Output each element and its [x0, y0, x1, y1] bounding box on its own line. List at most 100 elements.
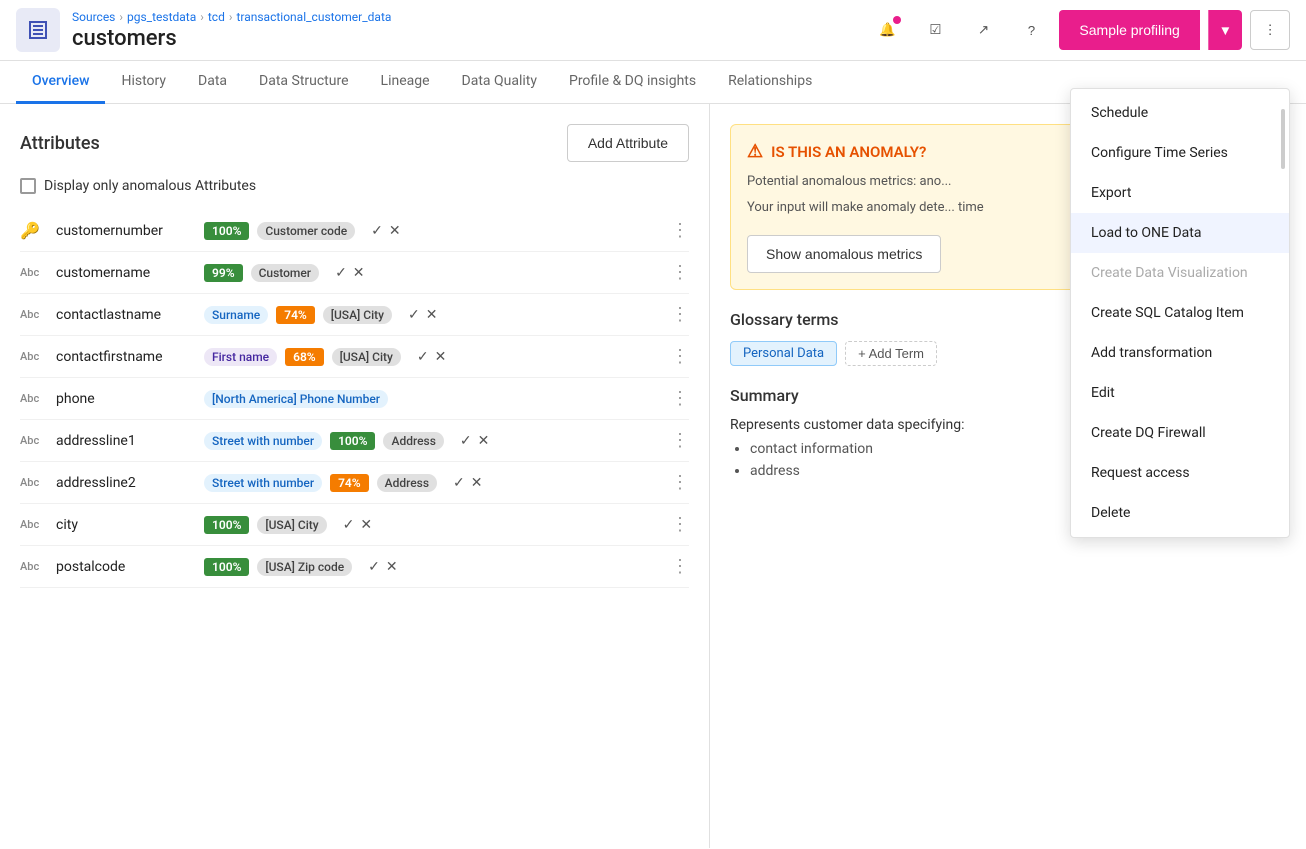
dropdown-add-transformation[interactable]: Add transformation	[1071, 333, 1289, 373]
attr-actions: ✓ ✕	[460, 433, 489, 449]
attr-tag: Customer code	[257, 222, 355, 240]
x-button[interactable]: ✕	[471, 475, 483, 491]
attr-row-addressline2: Abc addressline2 Street with number 74% …	[20, 462, 689, 504]
attr-row-customernumber: 🔑 customernumber 100% Customer code ✓ ✕ …	[20, 210, 689, 252]
row-more-icon[interactable]: ⋮	[671, 430, 689, 451]
x-button[interactable]: ✕	[353, 265, 365, 281]
check-button[interactable]: ✓	[417, 349, 429, 365]
tab-overview[interactable]: Overview	[16, 61, 105, 104]
attr-row-contactfirstname: Abc contactfirstname First name 68% [USA…	[20, 336, 689, 378]
check-button[interactable]: ✓	[368, 559, 380, 575]
attr-tag: [USA] City	[257, 516, 326, 534]
tab-data-structure[interactable]: Data Structure	[243, 61, 365, 104]
title-area: Sources › pgs_testdata › tcd › transacti…	[72, 10, 855, 51]
attr-actions: ✓ ✕	[453, 475, 482, 491]
share-icon: ↗	[978, 22, 989, 38]
show-anomalous-button[interactable]: Show anomalous metrics	[747, 235, 941, 273]
notification-icon: 🔔	[879, 22, 896, 38]
attributes-panel: Attributes Add Attribute Display only an…	[0, 104, 710, 848]
score-badge: 100%	[204, 516, 249, 534]
x-button[interactable]: ✕	[435, 349, 447, 365]
type-icon: Abc	[20, 308, 48, 321]
attr-tag: [USA] City	[332, 348, 401, 366]
tab-history[interactable]: History	[105, 61, 182, 104]
dropdown-export[interactable]: Export	[1071, 173, 1289, 213]
type-icon: Abc	[20, 434, 48, 447]
dropdown-configure-time-series[interactable]: Configure Time Series	[1071, 133, 1289, 173]
dropdown-create-sql-catalog[interactable]: Create SQL Catalog Item	[1071, 293, 1289, 333]
tasks-button[interactable]: ☑	[915, 10, 955, 50]
label-tag: [North America] Phone Number	[204, 390, 388, 408]
x-button[interactable]: ✕	[360, 517, 372, 533]
row-more-icon[interactable]: ⋮	[671, 472, 689, 493]
check-button[interactable]: ✓	[408, 307, 420, 323]
sample-profiling-button[interactable]: Sample profiling	[1059, 10, 1199, 50]
check-button[interactable]: ✓	[335, 265, 347, 281]
breadcrumb-table[interactable]: transactional_customer_data	[236, 10, 391, 24]
type-icon: Abc	[20, 392, 48, 405]
tab-lineage[interactable]: Lineage	[365, 61, 446, 104]
header-actions: 🔔 ☑ ↗ ? Sample profiling ▼ ⋮	[867, 10, 1290, 50]
tab-data-quality[interactable]: Data Quality	[446, 61, 553, 104]
breadcrumb-pgs[interactable]: pgs_testdata	[127, 10, 196, 24]
check-button[interactable]: ✓	[371, 223, 383, 239]
dropdown-schedule[interactable]: Schedule	[1071, 93, 1289, 133]
notification-badge	[893, 16, 901, 24]
type-icon: Abc	[20, 560, 48, 573]
page-title: customers	[72, 26, 855, 51]
breadcrumb-tcd[interactable]: tcd	[208, 10, 225, 24]
row-more-icon[interactable]: ⋮	[671, 514, 689, 535]
glossary-tag-personal-data[interactable]: Personal Data	[730, 341, 837, 366]
attr-actions: ✓ ✕	[368, 559, 397, 575]
tab-data[interactable]: Data	[182, 61, 243, 104]
attr-tag: [USA] City	[323, 306, 392, 324]
anomalous-filter-checkbox[interactable]	[20, 178, 36, 194]
help-button[interactable]: ?	[1011, 10, 1051, 50]
x-button[interactable]: ✕	[478, 433, 490, 449]
dropdown-load-one-data[interactable]: Load to ONE Data	[1071, 213, 1289, 253]
row-more-icon[interactable]: ⋮	[671, 220, 689, 241]
table-icon	[16, 8, 60, 52]
row-more-icon[interactable]: ⋮	[671, 388, 689, 409]
dropdown-create-dq-firewall[interactable]: Create DQ Firewall	[1071, 413, 1289, 453]
question-icon: ?	[1028, 23, 1035, 38]
attr-actions: ✓ ✕	[417, 349, 446, 365]
attr-name: customernumber	[56, 223, 196, 239]
label-tag: Surname	[204, 306, 268, 324]
tab-profile-dq[interactable]: Profile & DQ insights	[553, 61, 712, 104]
check-button[interactable]: ✓	[453, 475, 465, 491]
row-more-icon[interactable]: ⋮	[671, 556, 689, 577]
check-button[interactable]: ✓	[343, 517, 355, 533]
attr-row-contactlastname: Abc contactlastname Surname 74% [USA] Ci…	[20, 294, 689, 336]
dropdown-delete[interactable]: Delete	[1071, 493, 1289, 533]
row-more-icon[interactable]: ⋮	[671, 304, 689, 325]
x-button[interactable]: ✕	[426, 307, 438, 323]
attr-actions: ✓ ✕	[371, 223, 400, 239]
label-tag: First name	[204, 348, 277, 366]
dropdown-request-access[interactable]: Request access	[1071, 453, 1289, 493]
tab-relationships[interactable]: Relationships	[712, 61, 828, 104]
x-button[interactable]: ✕	[386, 559, 398, 575]
dropdown-edit[interactable]: Edit	[1071, 373, 1289, 413]
row-more-icon[interactable]: ⋮	[671, 346, 689, 367]
attr-row-customername: Abc customername 99% Customer ✓ ✕ ⋮	[20, 252, 689, 294]
attr-name: contactlastname	[56, 307, 196, 323]
score-badge: 100%	[204, 222, 249, 240]
x-button[interactable]: ✕	[389, 223, 401, 239]
checkbox-icon: ☑	[929, 22, 941, 38]
add-term-button[interactable]: + Add Term	[845, 341, 937, 366]
share-button[interactable]: ↗	[963, 10, 1003, 50]
scrollbar	[1281, 109, 1285, 169]
more-options-button[interactable]: ⋮	[1250, 10, 1290, 50]
anomaly-title: IS THIS AN ANOMALY?	[771, 143, 926, 161]
attr-actions: ✓ ✕	[408, 307, 437, 323]
sample-profiling-dropdown-button[interactable]: ▼	[1208, 10, 1242, 50]
row-more-icon[interactable]: ⋮	[671, 262, 689, 283]
check-button[interactable]: ✓	[460, 433, 472, 449]
dropdown-create-data-visualization: Create Data Visualization	[1071, 253, 1289, 293]
score-badge: 100%	[330, 432, 375, 450]
add-attribute-button[interactable]: Add Attribute	[567, 124, 689, 162]
attr-name: addressline2	[56, 475, 196, 491]
breadcrumb-sources[interactable]: Sources	[72, 10, 115, 24]
notifications-button[interactable]: 🔔	[867, 10, 907, 50]
